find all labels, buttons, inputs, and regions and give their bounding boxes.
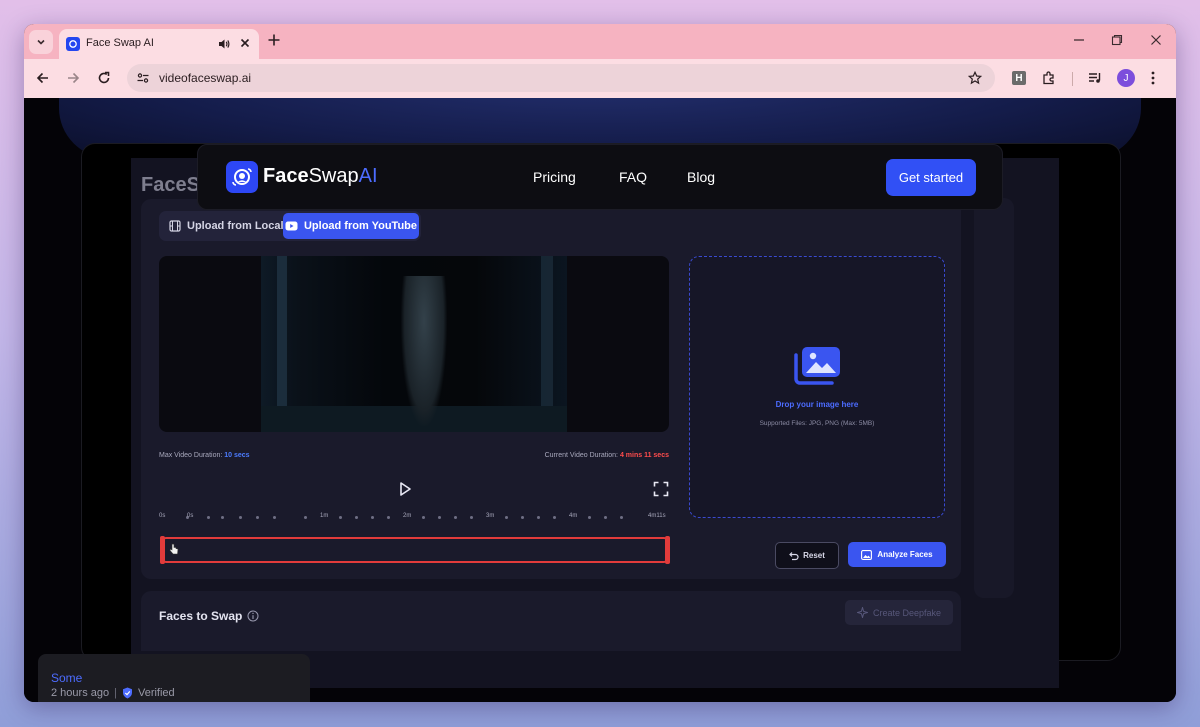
- tab-bar: Face Swap AI: [24, 24, 1176, 59]
- faces-title-text: Faces to Swap: [159, 609, 243, 623]
- analyze-faces-button[interactable]: Analyze Faces: [848, 542, 946, 567]
- minimize-icon[interactable]: [1073, 34, 1085, 46]
- timeline-ruler: 0s 0s 1m 2m 3m 4m 4m11s: [159, 512, 671, 524]
- chevron-down-icon: [37, 39, 45, 45]
- site-logo[interactable]: FaceSwapAI: [263, 165, 378, 188]
- tab-upload-local[interactable]: Upload from Local: [165, 214, 288, 238]
- current-duration: Current Video Duration: 4 mins 11 secs: [545, 452, 669, 459]
- site-info-icon[interactable]: [136, 71, 150, 85]
- site-navbar: FaceSwapAI Pricing FAQ Blog Get started: [197, 144, 1003, 210]
- tab-search-button[interactable]: [29, 30, 53, 54]
- trim-handle-end[interactable]: [665, 536, 670, 564]
- image-upload-icon: [794, 347, 840, 385]
- film-icon: [169, 220, 181, 232]
- trim-selector[interactable]: [160, 536, 670, 564]
- tab-upload-local-label: Upload from Local: [187, 220, 284, 232]
- reviewer-name[interactable]: Some: [51, 671, 82, 685]
- close-window-icon[interactable]: [1150, 34, 1162, 46]
- upload-panel: Upload from Local Upload from YouTube Ma…: [141, 199, 961, 579]
- toolbar-divider: [1072, 72, 1073, 86]
- youtube-icon: [285, 221, 298, 231]
- browser-tab[interactable]: Face Swap AI: [59, 29, 259, 59]
- media-controls-icon[interactable]: [1087, 70, 1103, 86]
- info-icon[interactable]: [247, 610, 259, 622]
- logo-ai: AI: [358, 165, 378, 187]
- faces-title: Faces to Swap: [159, 609, 259, 623]
- ruler-label: 4m11s: [648, 513, 666, 519]
- nav-link-faq[interactable]: FAQ: [619, 169, 647, 185]
- get-started-button[interactable]: Get started: [886, 159, 976, 196]
- reload-icon[interactable]: [97, 71, 111, 85]
- ruler-label: 2m: [403, 513, 412, 519]
- image-drop-zone[interactable]: Drop your image here Supported Files: JP…: [689, 256, 945, 518]
- faces-to-swap-panel: Faces to Swap Create Deepfake: [141, 591, 961, 651]
- current-duration-value: 4 mins 11 secs: [619, 452, 669, 459]
- ruler-label: 0s: [159, 513, 166, 519]
- review-time: 2 hours ago: [51, 687, 110, 699]
- create-deepfake-label: Create Deepfake: [872, 607, 942, 618]
- profile-avatar[interactable]: J: [1117, 69, 1135, 87]
- tab-title: Face Swap AI: [86, 37, 154, 49]
- browser-window: Face Swap AI videofaceswap.ai H J Upload…: [24, 24, 1176, 702]
- forward-arrow-icon[interactable]: [66, 71, 80, 85]
- nav-link-blog[interactable]: Blog: [687, 169, 715, 185]
- create-deepfake-button[interactable]: Create Deepfake: [845, 600, 953, 625]
- reset-button[interactable]: Reset: [775, 542, 839, 569]
- max-duration-value: 10 secs: [224, 452, 250, 459]
- ruler-label: 3m: [486, 513, 495, 519]
- demo-video[interactable]: FaceSwapAI Upload from Local: [131, 158, 1059, 688]
- speaker-icon[interactable]: [217, 37, 231, 51]
- ruler-label: 0s: [187, 513, 194, 519]
- extension-h-icon[interactable]: H: [1012, 71, 1026, 85]
- hand-cursor-icon: [169, 543, 179, 555]
- image-icon: [861, 549, 873, 560]
- browser-menu-icon[interactable]: [1150, 70, 1156, 86]
- verified-label: Verified: [137, 687, 175, 699]
- source-tabs: Upload from Local Upload from YouTube: [159, 211, 421, 241]
- verified-shield-icon: [122, 687, 132, 699]
- demo-side-panel: [974, 198, 1014, 598]
- review-card: Some 2 hours ago | Verified: [38, 654, 310, 702]
- back-arrow-icon[interactable]: [36, 71, 50, 85]
- drop-zone-title: Drop your image here: [775, 400, 859, 409]
- page-viewport: FaceSwapAI Upload from Local: [24, 98, 1176, 702]
- new-tab-plus-icon[interactable]: [267, 33, 281, 47]
- reset-button-label: Reset: [803, 551, 825, 560]
- url-text: videofaceswap.ai: [159, 71, 252, 85]
- tab-upload-youtube-label: Upload from YouTube: [303, 220, 418, 232]
- logo-face: Face: [263, 165, 309, 187]
- max-duration: Max Video Duration: 10 secs: [159, 452, 250, 459]
- undo-icon: [789, 551, 799, 560]
- video-frame-image: [261, 256, 567, 432]
- browser-toolbar: videofaceswap.ai H J: [24, 59, 1176, 98]
- meta-separator: |: [114, 687, 117, 699]
- video-preview[interactable]: [159, 256, 669, 432]
- sparkle-icon: [856, 607, 868, 618]
- analyze-faces-label: Analyze Faces: [877, 550, 933, 559]
- close-tab-icon[interactable]: [239, 37, 251, 49]
- drop-zone-subtitle: Supported Files: JPG, PNG (Max: 5MB): [759, 420, 875, 427]
- tab-upload-youtube[interactable]: Upload from YouTube: [283, 213, 419, 239]
- current-duration-label: Current Video Duration:: [544, 452, 618, 459]
- logo-swap: Swap: [308, 165, 359, 187]
- faceswap-logo-icon[interactable]: [226, 161, 258, 193]
- address-bar[interactable]: videofaceswap.ai: [127, 64, 995, 92]
- nav-link-pricing[interactable]: Pricing: [533, 169, 576, 185]
- bookmark-star-icon[interactable]: [968, 71, 982, 85]
- restore-icon[interactable]: [1111, 34, 1123, 46]
- extensions-puzzle-icon[interactable]: [1041, 70, 1057, 86]
- trim-handle-start[interactable]: [160, 536, 165, 564]
- play-icon[interactable]: [397, 481, 413, 497]
- faceswap-favicon-icon: [66, 37, 80, 51]
- fullscreen-icon[interactable]: [653, 481, 669, 497]
- review-meta: 2 hours ago | Verified: [51, 687, 175, 699]
- max-duration-label: Max Video Duration:: [159, 452, 223, 459]
- ruler-label: 1m: [320, 513, 329, 519]
- ruler-label: 4m: [569, 513, 578, 519]
